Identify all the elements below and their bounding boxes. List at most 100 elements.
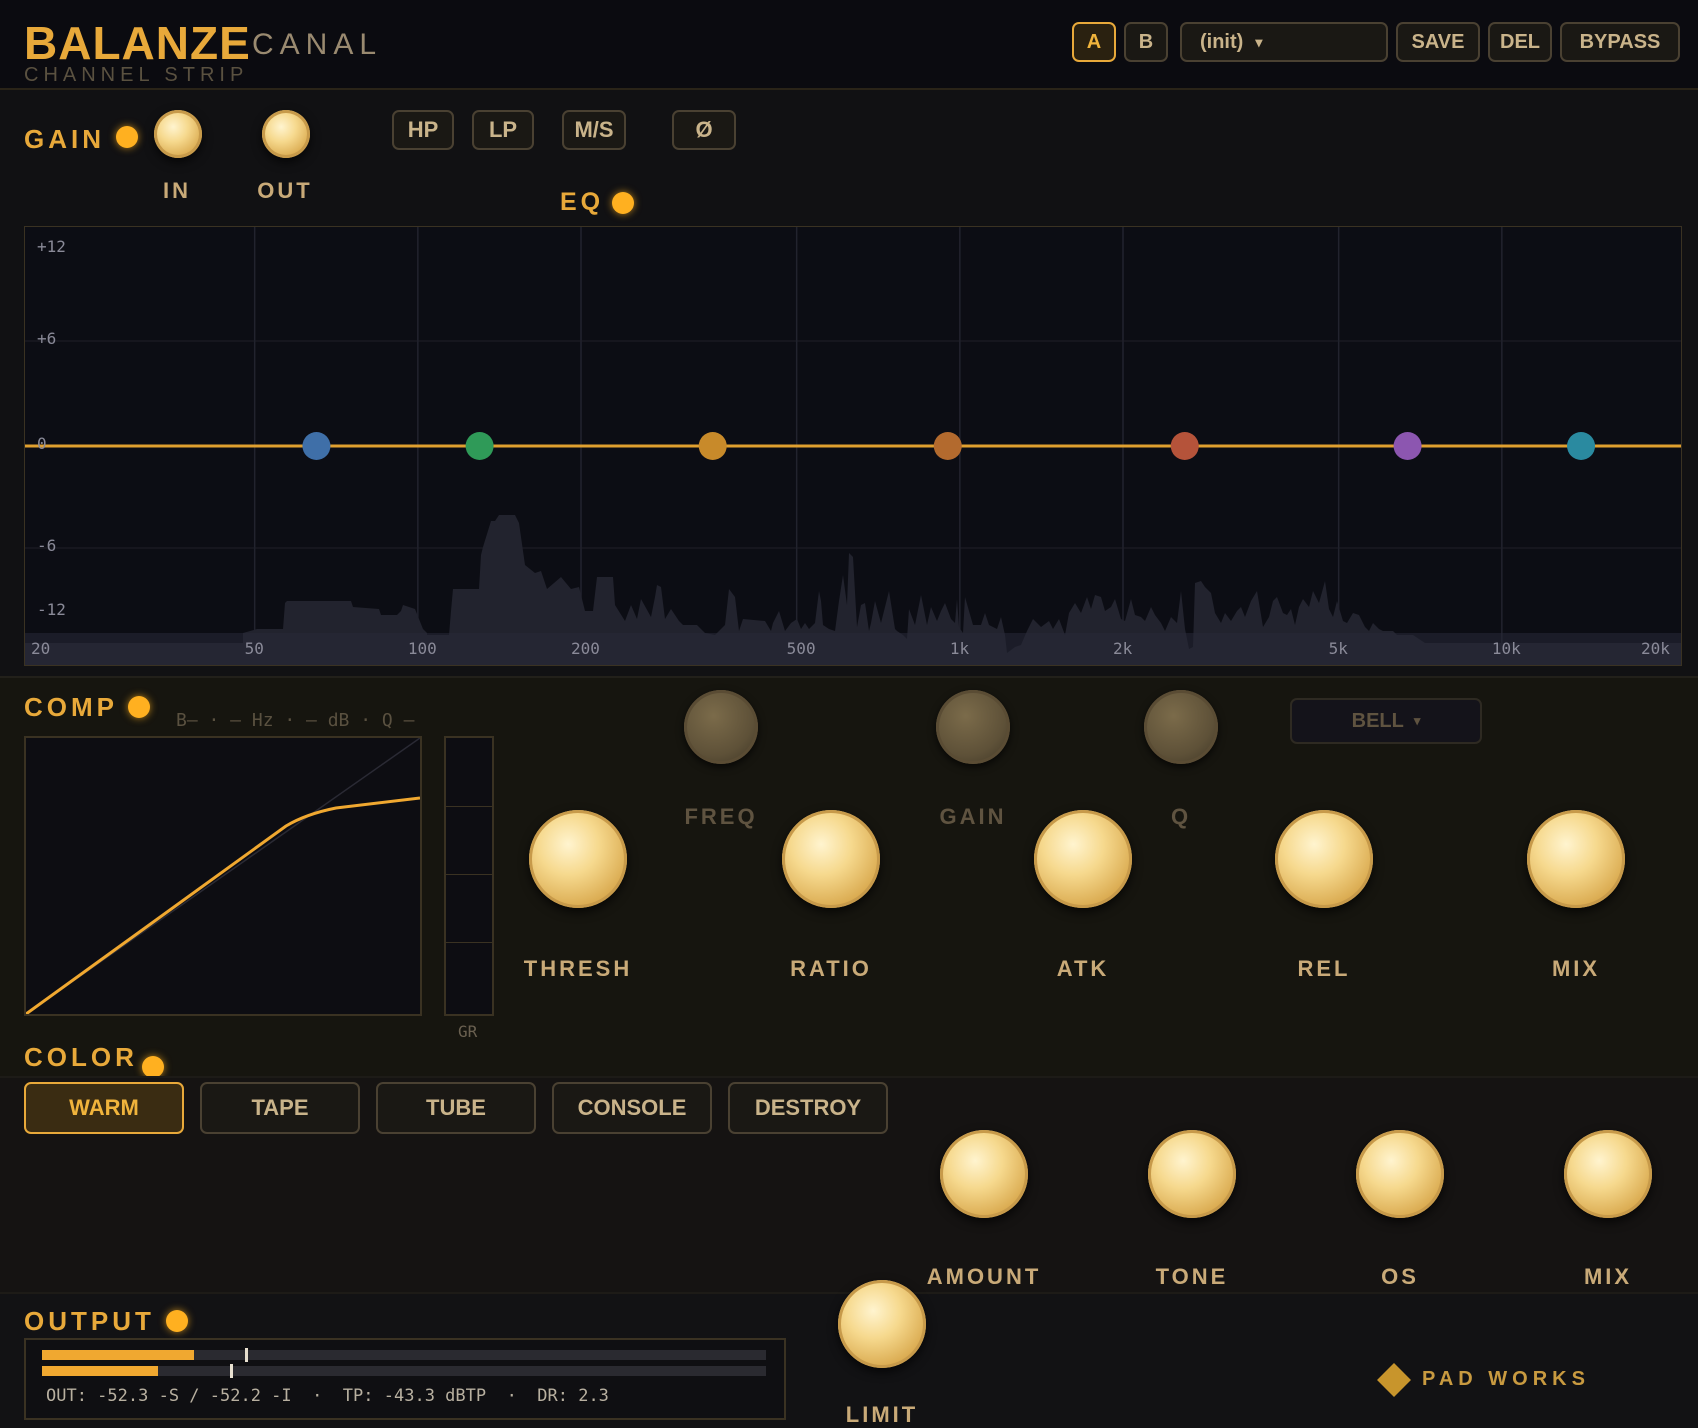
eq-band-gain-knob[interactable]	[936, 690, 1010, 764]
eq-graph[interactable]: 20 50 100 200 500 1k 2k 5k 10k 20k +12 +6 0 -6 -12	[24, 226, 1682, 666]
eq-enable-led[interactable]	[612, 192, 634, 214]
output-meter-left-peak	[244, 1348, 248, 1362]
comp-threshold-label: THRESH	[523, 956, 633, 981]
color-oversampling-knob[interactable]	[1356, 1130, 1444, 1218]
transfer-curve-graph	[24, 736, 422, 1016]
brand-logo: BALANZE	[24, 17, 251, 69]
freq-tick-label: 100	[407, 639, 437, 658]
preset-dropdown[interactable]: (init) ▾	[1180, 22, 1388, 62]
color-mode-console-button[interactable]: CONSOLE	[552, 1082, 712, 1134]
comp-threshold-knob[interactable]	[529, 810, 627, 908]
output-meter-panel: OUT: -52.3 -S / -52.2 -I · TP: -43.3 dBT…	[24, 1338, 786, 1420]
eq-band-shape-dropdown[interactable]: BELL ▾	[1290, 698, 1482, 744]
eq-band-shape-value: BELL	[1351, 709, 1404, 732]
freq-tick-label: 5k	[1328, 639, 1348, 658]
gr-meter-tick	[446, 942, 492, 943]
freq-axis-strip	[25, 633, 1681, 665]
phase-invert-toggle[interactable]: Ø	[672, 110, 736, 150]
output-meter-right	[42, 1364, 766, 1378]
eq-band-q-label: Q	[1170, 804, 1192, 829]
color-mix-knob[interactable]	[1564, 1130, 1652, 1218]
lowpass-toggle[interactable]: LP	[472, 110, 534, 150]
freq-tick-label: 50	[244, 639, 264, 658]
product-name: CANAL	[252, 28, 383, 61]
bypass-button[interactable]: BYPASS	[1560, 22, 1680, 62]
eq-band-node-5[interactable]	[1170, 432, 1199, 460]
input-gain-knob[interactable]	[154, 110, 202, 158]
eq-band-node-6[interactable]	[1393, 432, 1422, 460]
highpass-toggle[interactable]: HP	[392, 110, 454, 150]
comp-mix-knob[interactable]	[1527, 810, 1625, 908]
comp-attack-label: ATK	[1056, 956, 1110, 981]
color-mode-destroy-button[interactable]: DESTROY	[728, 1082, 888, 1134]
freq-tick-label: 10k	[1491, 639, 1521, 658]
eq-band-node-3[interactable]	[698, 432, 727, 460]
eq-band-freq-label: FREQ	[684, 804, 758, 829]
eq-band-freq-knob[interactable]	[684, 690, 758, 764]
eq-band-gain-label: GAIN	[939, 804, 1007, 829]
color-tone-knob[interactable]	[1148, 1130, 1236, 1218]
color-mode-warm-button[interactable]: WARM	[24, 1082, 184, 1134]
freq-tick-label: 20k	[1641, 639, 1670, 658]
limit-label: LIMIT	[845, 1402, 919, 1427]
gain-reduction-meter	[444, 736, 494, 1016]
color-amount-knob[interactable]	[940, 1130, 1028, 1218]
comp-mix-label: MIX	[1551, 956, 1601, 981]
preset-b-button[interactable]: B	[1124, 22, 1168, 62]
freq-tick-label: 1k	[949, 639, 970, 658]
color-mode-tape-button[interactable]: TAPE	[200, 1082, 360, 1134]
gain-enable-led[interactable]	[116, 126, 138, 148]
freq-tick-label: 500	[786, 639, 816, 658]
comp-ratio-label: RATIO	[790, 956, 872, 981]
output-meter-left-fill	[42, 1350, 195, 1360]
output-enable-led[interactable]	[166, 1310, 188, 1332]
comp-ratio-knob[interactable]	[782, 810, 880, 908]
output-gain-label: OUT	[257, 178, 313, 203]
gr-meter-tick	[446, 874, 492, 875]
output-meter-left	[42, 1348, 766, 1362]
comp-section-label: COMP	[24, 692, 118, 722]
save-button[interactable]: SAVE	[1396, 22, 1480, 62]
eq-band-node-4[interactable]	[933, 432, 962, 460]
eq-section-label: EQ	[560, 188, 605, 216]
comp-enable-led[interactable]	[128, 696, 150, 718]
transfer-curve-canvas	[25, 737, 421, 1016]
color-mix-label: MIX	[1583, 1264, 1633, 1289]
output-meter-right-peak	[230, 1364, 234, 1378]
band-readout: B– · — Hz · — dB · Q —	[176, 710, 415, 731]
color-amount-label: AMOUNT	[926, 1264, 1042, 1289]
db-tick-label: -6	[37, 536, 57, 555]
chevron-down-icon: ▾	[1413, 713, 1421, 728]
footer-brand: PAD WORKS	[1422, 1368, 1590, 1390]
compression-curve	[25, 796, 421, 1016]
db-tick-label: +12	[37, 237, 66, 256]
limit-knob[interactable]	[838, 1280, 926, 1368]
eq-graph-canvas	[25, 227, 1681, 665]
preset-a-button[interactable]: A	[1072, 22, 1116, 62]
eq-band-node-7[interactable]	[1567, 432, 1596, 460]
delete-button[interactable]: DEL	[1488, 22, 1552, 62]
gr-meter-label: GR	[458, 1022, 478, 1041]
color-enable-led[interactable]	[142, 1056, 164, 1078]
mid-side-toggle[interactable]: M/S	[562, 110, 626, 150]
comp-attack-knob[interactable]	[1034, 810, 1132, 908]
color-mode-tube-button[interactable]: TUBE	[376, 1082, 536, 1134]
comp-release-label: REL	[1297, 956, 1351, 981]
comp-release-knob[interactable]	[1275, 810, 1373, 908]
color-tone-label: TONE	[1155, 1264, 1229, 1289]
output-gain-knob[interactable]	[262, 110, 310, 158]
eq-band-node-2[interactable]	[465, 432, 494, 460]
output-section-label: OUTPUT	[24, 1306, 155, 1336]
freq-tick-label: 20	[31, 639, 51, 658]
db-tick-label: -12	[37, 600, 66, 619]
db-tick-label: 0	[37, 434, 47, 453]
product-subtitle: CHANNEL STRIP	[24, 64, 249, 86]
db-tick-label: +6	[37, 329, 57, 348]
eq-band-node-1[interactable]	[302, 432, 331, 460]
color-section-label: COLOR	[24, 1042, 138, 1072]
freq-tick-label: 200	[571, 639, 600, 658]
gain-section-label: GAIN	[24, 124, 105, 154]
gr-meter-tick	[446, 806, 492, 807]
input-gain-label: IN	[163, 178, 191, 203]
eq-band-q-knob[interactable]	[1144, 690, 1218, 764]
